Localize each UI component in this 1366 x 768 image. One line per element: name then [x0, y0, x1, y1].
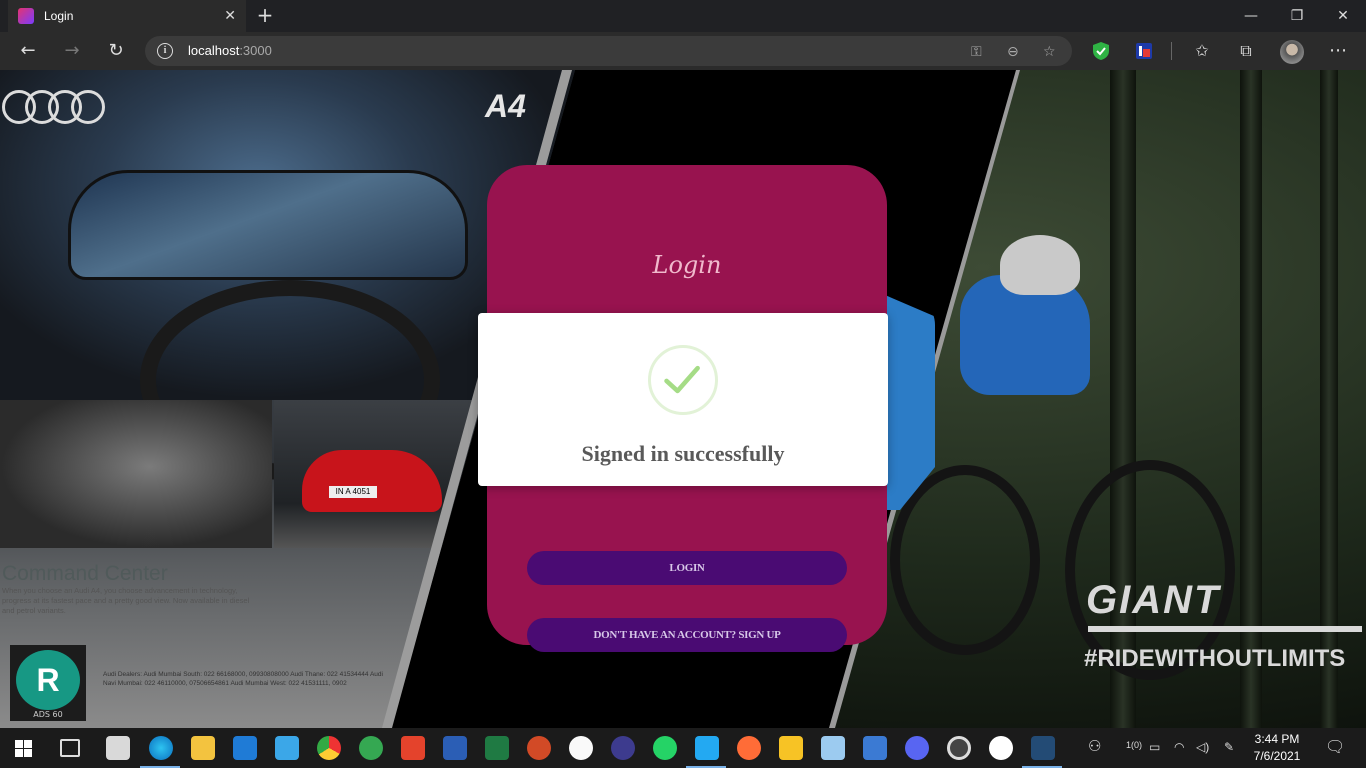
success-message: Signed in successfully [581, 441, 785, 466]
browser-tab[interactable]: Login ✕ [8, 0, 246, 32]
giant-logo: GIANT [1086, 578, 1221, 622]
maps-icon[interactable] [359, 736, 383, 760]
wifi-icon[interactable]: ◠ [1174, 740, 1184, 754]
word-icon[interactable] [443, 736, 467, 760]
eclipse-icon[interactable] [611, 736, 635, 760]
login-title: Login [652, 251, 722, 279]
postman-icon[interactable] [737, 736, 761, 760]
window-minimize-button[interactable]: — [1228, 0, 1274, 32]
shield-extension-icon[interactable] [1091, 41, 1111, 61]
language-indicator[interactable]: 1(0) [1126, 740, 1142, 750]
zoom-out-icon[interactable]: ⊖ [1007, 44, 1019, 60]
tab-favicon-icon [18, 8, 34, 24]
toolbar-divider [1171, 42, 1172, 60]
obs-icon[interactable] [947, 736, 971, 760]
tab-title: Login [44, 9, 74, 23]
vscode-icon[interactable] [695, 736, 719, 760]
refresh-icon[interactable]: ↻ [103, 39, 129, 63]
back-arrow-icon[interactable]: ← [15, 39, 41, 63]
success-check-icon [648, 345, 718, 415]
volume-icon[interactable]: ◁) [1196, 740, 1209, 754]
system-clock[interactable]: 3:44 PM 7/6/2021 [1248, 731, 1306, 765]
battery-icon[interactable]: ▭ [1149, 740, 1160, 754]
sticky-notes-icon[interactable] [779, 736, 803, 760]
pen-icon[interactable]: ✎ [1224, 740, 1234, 754]
login-button[interactable]: LOGIN [527, 551, 847, 585]
notifications-icon[interactable]: 🗨 [1325, 737, 1345, 757]
address-url[interactable]: localhost:3000 [188, 43, 272, 58]
itunes-icon[interactable] [569, 736, 593, 760]
page-viewport: IN A 4051 Command Center When you choose… [0, 70, 1366, 728]
signup-button[interactable]: DON'T HAVE AN ACCOUNT? SIGN UP [527, 618, 847, 652]
file-explorer-icon[interactable] [191, 736, 215, 760]
store-icon[interactable] [106, 736, 130, 760]
success-modal: Signed in successfully [478, 313, 888, 486]
task-view-icon[interactable] [60, 739, 80, 757]
tab-close-icon[interactable]: ✕ [224, 8, 236, 24]
favorites-icon[interactable]: ✩ [1189, 39, 1215, 63]
add-favorite-icon[interactable]: ☆ [1043, 44, 1056, 60]
clock-date: 7/6/2021 [1253, 749, 1301, 763]
address-bar[interactable]: i localhost:3000 ⚿ ⊖ ☆ [145, 36, 1072, 66]
more-menu-icon[interactable]: ⋯ [1325, 39, 1351, 63]
windows-start-icon[interactable] [15, 740, 32, 757]
site-info-icon[interactable]: i [157, 43, 173, 59]
forward-arrow-icon[interactable]: → [59, 39, 85, 63]
excel-icon[interactable] [485, 736, 509, 760]
browser-tab-strip: Login ✕ + — ❐ ✕ [0, 0, 1366, 32]
intellij-icon[interactable] [401, 736, 425, 760]
rider-helmet-image [1000, 235, 1080, 295]
clock-time: 3:44 PM [1254, 732, 1300, 746]
window-restore-button[interactable]: ❐ [1274, 0, 1320, 32]
new-tab-button[interactable]: + [254, 4, 276, 26]
sql-developer-icon[interactable] [1031, 736, 1055, 760]
wordpad-icon[interactable] [989, 736, 1013, 760]
giant-tagline: #RIDEWITHOUTLIMITS [1084, 645, 1346, 672]
profile-avatar[interactable] [1280, 40, 1304, 64]
mail-icon[interactable] [233, 736, 257, 760]
3d-viewer-icon[interactable] [821, 736, 845, 760]
network-tool-icon[interactable] [863, 736, 887, 760]
contacts-icon[interactable] [275, 736, 299, 760]
extension-icon[interactable] [1134, 41, 1154, 61]
whatsapp-icon[interactable] [653, 736, 677, 760]
powerpoint-icon[interactable] [527, 736, 551, 760]
chrome-icon[interactable] [317, 736, 341, 760]
windows-taskbar: ⚇ 1(0) ▭ ◠ ◁) ✎ 3:44 PM 7/6/2021 🗨 [0, 728, 1366, 768]
edge-icon[interactable] [149, 736, 173, 760]
people-icon[interactable]: ⚇ [1088, 737, 1101, 755]
key-icon[interactable]: ⚿ [971, 44, 982, 60]
discord-icon[interactable] [905, 736, 929, 760]
browser-toolbar: ← → ↻ i localhost:3000 ⚿ ⊖ ☆ ✩ ⧉ ⋯ [0, 32, 1366, 70]
window-close-button[interactable]: ✕ [1320, 0, 1366, 32]
giant-logo-bar [1088, 626, 1362, 632]
collections-icon[interactable]: ⧉ [1233, 39, 1259, 63]
